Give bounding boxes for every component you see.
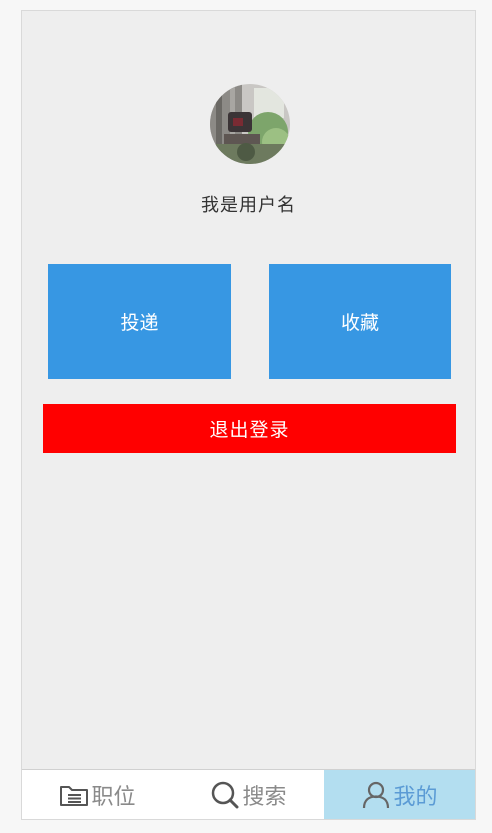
app-screen: 我是用户名 投递 收藏 退出登录 职位 搜索 我的 bbox=[21, 10, 476, 820]
tab-search[interactable]: 搜索 bbox=[173, 770, 324, 819]
username: 我是用户名 bbox=[201, 195, 296, 216]
tab-mine[interactable]: 我的 bbox=[324, 770, 475, 819]
search-icon bbox=[210, 781, 240, 809]
favorites-label: 收藏 bbox=[340, 312, 379, 334]
tab-jobs-label: 职位 bbox=[91, 784, 136, 810]
folder-document-icon bbox=[59, 783, 89, 807]
avatar[interactable] bbox=[210, 84, 290, 164]
person-icon bbox=[361, 781, 391, 809]
logout-label: 退出登录 bbox=[209, 419, 290, 441]
tab-jobs[interactable]: 职位 bbox=[22, 770, 173, 819]
tab-search-label: 搜索 bbox=[242, 784, 287, 810]
tab-mine-label: 我的 bbox=[393, 784, 438, 810]
favorites-button[interactable]: 收藏 bbox=[269, 264, 451, 379]
bottom-tab-bar: 职位 搜索 我的 bbox=[22, 769, 475, 819]
deliver-label: 投递 bbox=[120, 312, 159, 334]
logout-button[interactable]: 退出登录 bbox=[43, 404, 456, 453]
deliver-button[interactable]: 投递 bbox=[48, 264, 231, 379]
